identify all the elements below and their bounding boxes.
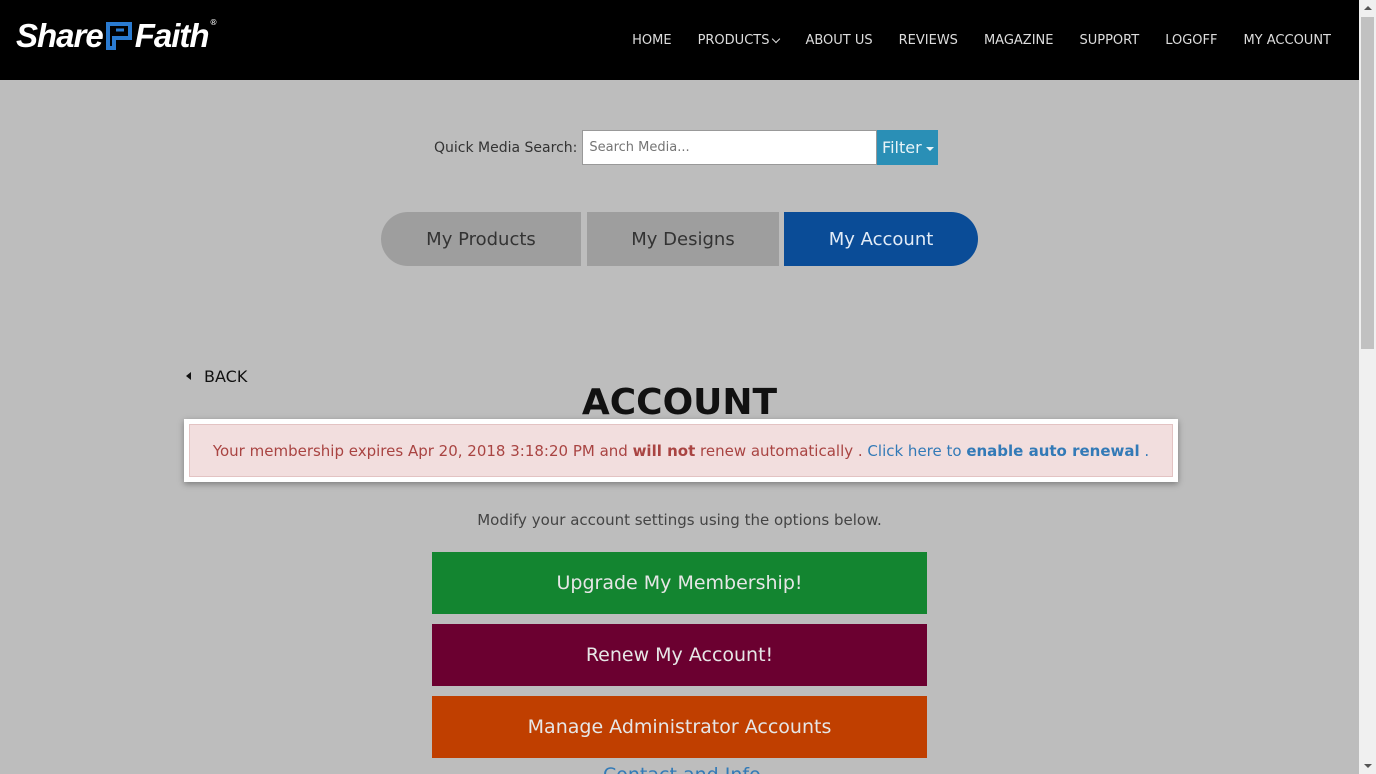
filter-label: Filter: [882, 138, 922, 157]
caret-down-icon: [925, 146, 934, 151]
renew-account-button[interactable]: Renew My Account!: [432, 624, 927, 686]
nav-home[interactable]: HOME: [632, 33, 671, 48]
top-navigation-bar: Share Faith ® HOME PRODUCTS ABOUT US REV…: [0, 0, 1359, 80]
page-title: ACCOUNT: [581, 382, 778, 423]
search-input[interactable]: [582, 130, 878, 165]
membership-alert-highlight: Your membership expires Apr 20, 2018 3:1…: [184, 419, 1178, 482]
nav-products-label: PRODUCTS: [697, 32, 770, 48]
search-label: Quick Media Search:: [434, 139, 578, 156]
nav-magazine[interactable]: MAGAZINE: [984, 33, 1054, 48]
upgrade-membership-button[interactable]: Upgrade My Membership!: [432, 552, 927, 614]
caret-left-icon: [186, 372, 191, 380]
nav-reviews[interactable]: REVIEWS: [899, 33, 958, 48]
scroll-up-arrow-icon[interactable]: [1364, 6, 1372, 10]
account-instructions: Modify your account settings using the o…: [477, 511, 882, 529]
tab-my-products[interactable]: My Products: [381, 212, 581, 266]
logo-trademark: ®: [209, 18, 218, 27]
logo-text-share: Share: [16, 17, 104, 54]
alert-text-1: Your membership expires Apr 20, 2018 3:1…: [212, 441, 633, 460]
alert-bold-will-not: will not: [632, 441, 696, 460]
logo-text-faith: Faith: [134, 17, 210, 54]
nav-my-account[interactable]: MY ACCOUNT: [1243, 33, 1331, 48]
membership-alert: Your membership expires Apr 20, 2018 3:1…: [189, 424, 1173, 477]
alert-link-bold: enable auto renewal: [966, 441, 1140, 460]
tab-my-designs[interactable]: My Designs: [587, 212, 779, 266]
main-nav: HOME PRODUCTS ABOUT US REVIEWS MAGAZINE …: [606, 0, 1331, 80]
contact-info-link[interactable]: Contact and Info: [603, 764, 761, 774]
nav-logoff[interactable]: LOGOFF: [1165, 33, 1217, 48]
scrollbar-thumb[interactable]: [1361, 17, 1374, 349]
alert-link-text: Click here to: [867, 441, 967, 460]
logo-flag-icon: [105, 22, 132, 50]
chevron-down-icon: [772, 34, 781, 43]
scroll-down-arrow-icon[interactable]: [1364, 764, 1372, 768]
alert-link-tail: .: [1139, 441, 1150, 460]
alert-text-2: renew automatically .: [695, 441, 868, 460]
nav-products[interactable]: PRODUCTS: [697, 32, 781, 48]
enable-auto-renewal-link[interactable]: Click here to enable auto renewal .: [867, 442, 1149, 460]
vertical-scrollbar[interactable]: [1359, 0, 1376, 774]
filter-button[interactable]: Filter: [877, 130, 939, 165]
nav-support[interactable]: SUPPORT: [1079, 33, 1139, 48]
nav-about-us[interactable]: ABOUT US: [805, 33, 872, 48]
tab-my-account[interactable]: My Account: [784, 212, 978, 266]
manage-admin-accounts-button[interactable]: Manage Administrator Accounts: [432, 696, 927, 758]
sharefaith-logo[interactable]: Share Faith ®: [16, 16, 218, 56]
quick-media-search: Quick Media Search: Filter: [434, 130, 939, 165]
